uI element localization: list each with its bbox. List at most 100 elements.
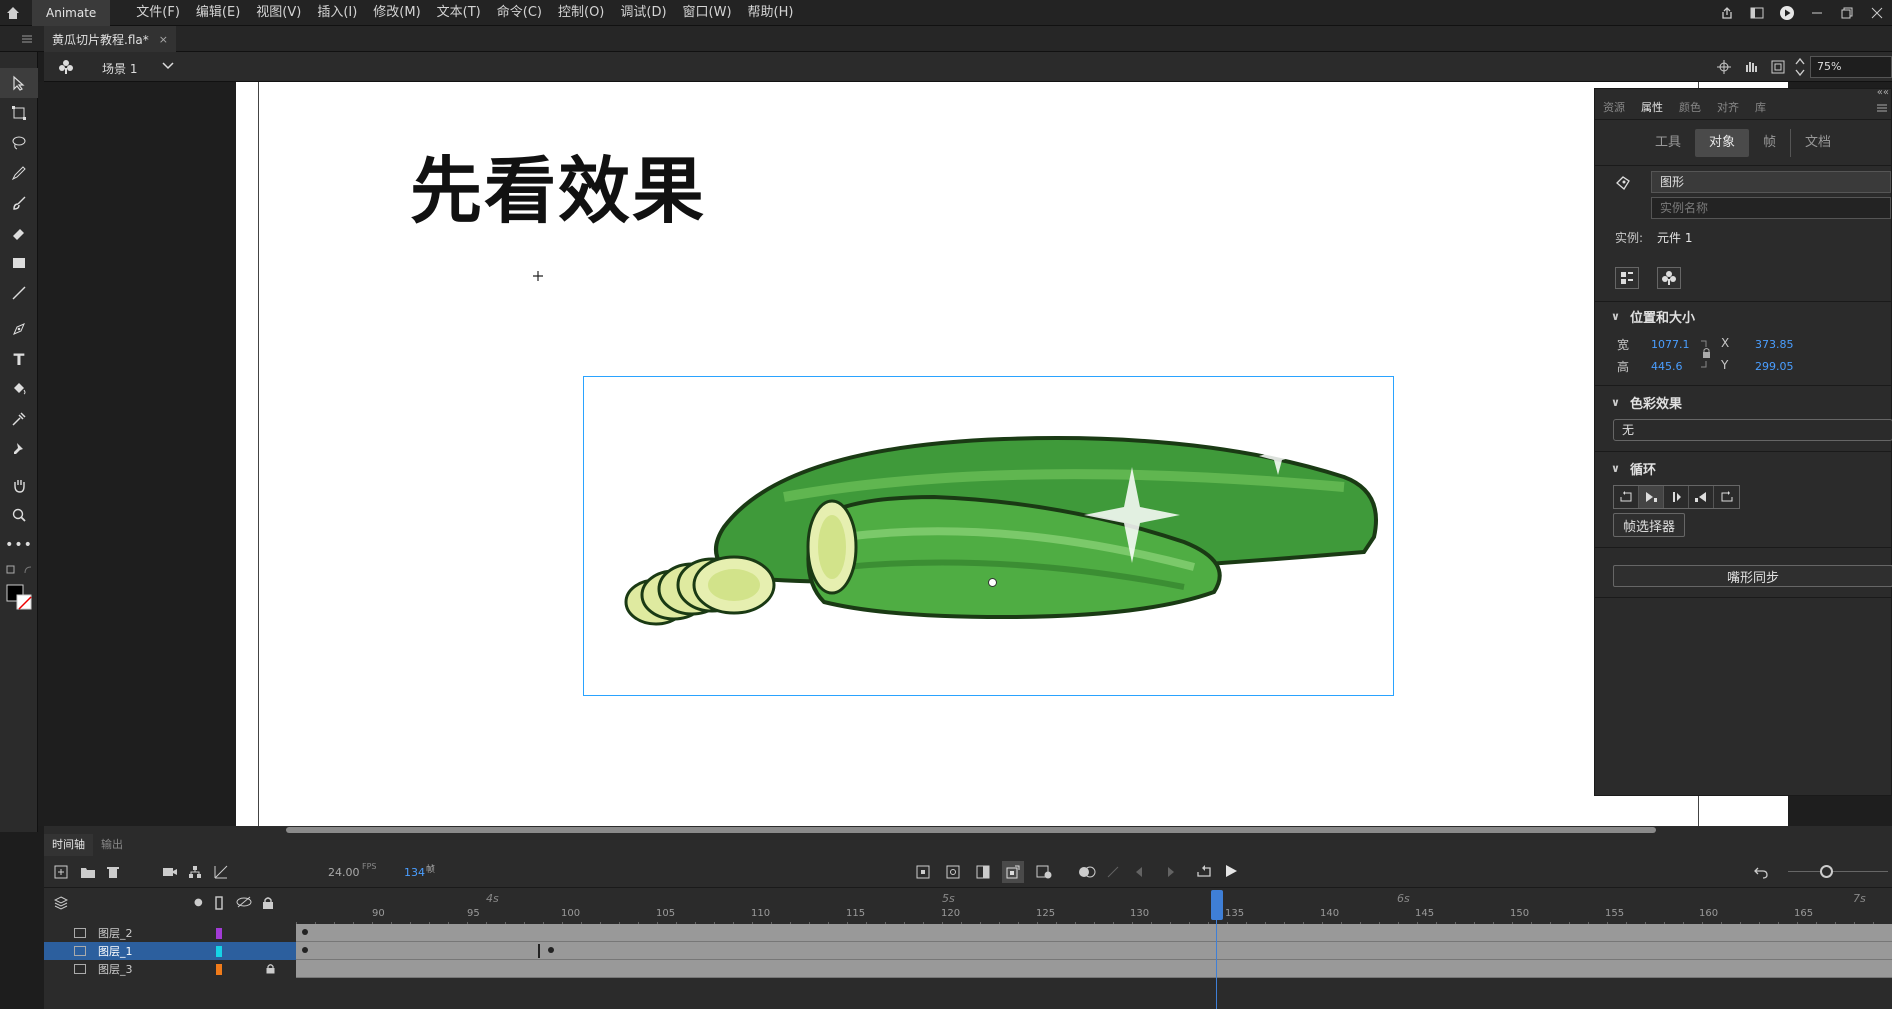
layer-name[interactable]: 图层_3 — [98, 961, 198, 977]
lock-all-icon[interactable] — [262, 896, 274, 913]
hand-tool-icon[interactable] — [0, 470, 38, 500]
instance-name-input[interactable]: 实例名称 — [1651, 197, 1891, 219]
brush-tool-icon[interactable] — [0, 188, 38, 218]
x-value[interactable]: 373.85 — [1755, 338, 1794, 351]
menu-view[interactable]: 视图(V) — [248, 0, 309, 26]
single-frame-icon[interactable] — [1664, 486, 1689, 508]
fps-value[interactable]: 24.00 — [328, 866, 360, 879]
keyframe-dot[interactable] — [548, 947, 554, 953]
lip-sync-button[interactable]: 嘴形同步 — [1613, 565, 1892, 587]
center-stage-icon[interactable] — [1716, 59, 1732, 78]
color-effect-select[interactable]: 无 — [1613, 419, 1892, 441]
eraser-tool-icon[interactable] — [0, 218, 38, 248]
layer-color-swatch[interactable] — [216, 927, 222, 939]
free-transform-tool-icon[interactable] — [0, 98, 38, 128]
loop-playback-icon[interactable] — [1196, 864, 1212, 881]
create-tween-icon[interactable] — [1036, 865, 1052, 882]
play-once-icon[interactable] — [1639, 486, 1664, 508]
timeline-zoom-slider[interactable] — [1820, 865, 1833, 878]
section-loop[interactable]: ∨ 循环 — [1611, 459, 1656, 478]
tab-timeline[interactable]: 时间轴 — [44, 834, 93, 856]
pen-tool-icon[interactable] — [0, 314, 38, 344]
play-reverse-once-icon[interactable] — [1689, 486, 1714, 508]
close-tab-icon[interactable]: × — [159, 33, 168, 46]
document-tab[interactable]: 黄瓜切片教程.fla* × — [44, 26, 176, 52]
layer-color-swatch[interactable] — [216, 963, 222, 975]
collapse-panel-icon[interactable]: «« — [1877, 87, 1889, 98]
playhead[interactable] — [1211, 890, 1223, 920]
insert-blank-keyframe-icon[interactable] — [946, 865, 960, 882]
menu-insert[interactable]: 插入(I) — [309, 0, 365, 26]
frame-row[interactable] — [296, 960, 1892, 978]
restore-icon[interactable] — [1832, 0, 1862, 26]
edit-symbol-icon[interactable] — [1657, 267, 1681, 289]
loop-icon[interactable] — [1614, 486, 1639, 508]
zoom-input[interactable]: 75% — [1810, 56, 1892, 78]
loop-reverse-icon[interactable] — [1714, 486, 1739, 508]
rotate-stage-icon[interactable] — [1742, 58, 1760, 79]
scene-dropdown-icon[interactable] — [162, 60, 174, 74]
share-icon[interactable] — [1712, 0, 1742, 26]
show-hide-dot-icon[interactable]: ● — [194, 897, 203, 908]
layer-row[interactable]: 图层_1 — [44, 942, 296, 960]
home-icon[interactable] — [0, 0, 26, 26]
stage-title-text[interactable]: 先看效果 — [410, 132, 706, 237]
onion-skin-icon[interactable] — [1078, 865, 1096, 882]
outline-toggle-icon[interactable] — [214, 896, 224, 913]
frame-picker-button[interactable]: 帧选择器 — [1613, 513, 1685, 537]
clip-content-icon[interactable] — [1770, 59, 1786, 78]
selected-symbol-instance[interactable] — [583, 376, 1394, 696]
panel-menu-icon[interactable] — [1877, 101, 1887, 115]
menu-modify[interactable]: 修改(M) — [365, 0, 428, 26]
layer-depth-icon[interactable] — [214, 865, 228, 882]
layer-lock-icon[interactable] — [266, 963, 275, 977]
tab-output[interactable]: 输出 — [93, 834, 131, 856]
menu-commands[interactable]: 命令(C) — [489, 0, 550, 26]
menu-text[interactable]: 文本(T) — [429, 0, 489, 26]
tab-library[interactable]: 库 — [1747, 99, 1774, 117]
layers-stack-icon[interactable] — [53, 896, 69, 913]
layer-row[interactable]: 图层_2 — [44, 924, 296, 942]
new-folder-icon[interactable] — [80, 865, 96, 882]
line-tool-icon[interactable] — [0, 278, 38, 308]
timeline-ruler[interactable]: 4s 5s 6s 7s 90 95 100 105 110 115 120 12… — [296, 890, 1892, 924]
frame-row[interactable] — [296, 942, 1892, 960]
pin-tool-icon[interactable] — [0, 434, 38, 464]
section-position-size[interactable]: ∨ 位置和大小 — [1611, 307, 1695, 326]
subtab-object[interactable]: 对象 — [1695, 129, 1750, 157]
scrollbar-thumb[interactable] — [286, 827, 1656, 833]
menu-debug[interactable]: 调试(D) — [612, 0, 674, 26]
symbol-type-select[interactable]: 图形 — [1651, 171, 1891, 193]
toolbar-menu-icon[interactable] — [0, 26, 38, 52]
frame-row[interactable] — [296, 924, 1892, 942]
section-color-effect[interactable]: ∨ 色彩效果 — [1611, 393, 1682, 412]
swap-symbol-icon[interactable] — [1615, 267, 1639, 289]
zoom-stepper-icon[interactable] — [1794, 56, 1806, 81]
delete-layer-icon[interactable] — [106, 865, 120, 882]
layer-name[interactable]: 图层_2 — [98, 925, 198, 941]
layer-row[interactable]: 图层_3 — [44, 960, 296, 978]
width-value[interactable]: 1077.1 — [1651, 338, 1690, 351]
lock-proportions-icon[interactable] — [1699, 339, 1713, 372]
panel-layout-icon[interactable] — [1742, 0, 1772, 26]
lasso-tool-icon[interactable] — [0, 128, 38, 158]
minimize-icon[interactable] — [1802, 0, 1832, 26]
camera-icon[interactable] — [162, 865, 178, 882]
zoom-tool-icon[interactable] — [0, 500, 38, 530]
current-frame-value[interactable]: 134 — [404, 866, 425, 879]
close-window-icon[interactable] — [1862, 0, 1892, 26]
menu-file[interactable]: 文件(F) — [128, 0, 188, 26]
pencil-tool-icon[interactable] — [0, 158, 38, 188]
test-movie-icon[interactable] — [1772, 0, 1802, 26]
selection-tool-icon[interactable] — [0, 68, 38, 98]
rectangle-tool-icon[interactable] — [0, 248, 38, 278]
subtab-frame[interactable]: 帧 — [1749, 129, 1790, 157]
y-value[interactable]: 299.05 — [1755, 360, 1794, 373]
subtab-document[interactable]: 文档 — [1790, 129, 1845, 157]
undo-icon[interactable] — [1754, 865, 1768, 882]
insert-keyframe-icon[interactable] — [916, 865, 930, 882]
scene-icon[interactable] — [58, 59, 74, 78]
instance-value[interactable]: 元件 1 — [1657, 229, 1692, 246]
tab-properties[interactable]: 属性 — [1633, 99, 1671, 117]
color-swatches[interactable] — [0, 580, 38, 614]
